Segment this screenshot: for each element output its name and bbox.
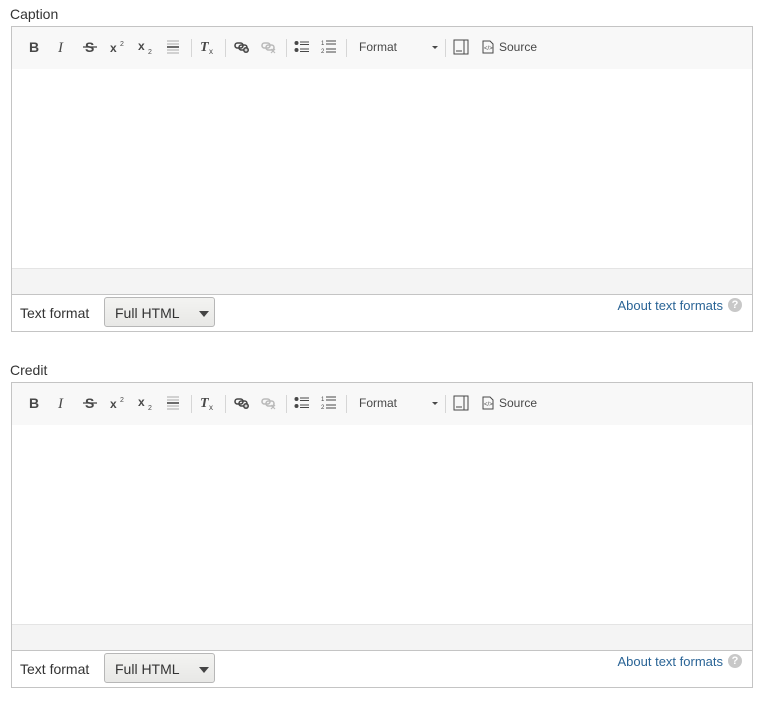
toolbar-separator (191, 395, 192, 413)
svg-text:</>: </> (484, 402, 493, 408)
svg-text:B: B (29, 40, 39, 54)
source-label: Source (499, 396, 538, 410)
toolbar-separator (225, 395, 226, 413)
source-button[interactable]: </> Source (482, 393, 537, 413)
toolbar-separator (191, 39, 192, 57)
toolbar-separator (286, 39, 287, 57)
caret-down-icon (199, 667, 209, 673)
toolbar-separator (346, 39, 347, 57)
caption-label: Caption (10, 6, 59, 22)
svg-text:x: x (209, 403, 213, 411)
editor-status-bar (12, 268, 752, 294)
about-text-formats-link[interactable]: About text formats (618, 654, 724, 669)
superscript-icon[interactable]: x2 (109, 37, 129, 57)
bold-icon[interactable]: B (25, 37, 43, 57)
unlink-icon[interactable] (259, 393, 279, 413)
subscript-icon[interactable]: x2 (137, 37, 157, 57)
svg-text:2: 2 (120, 41, 124, 48)
credit-label: Credit (10, 362, 48, 378)
strikethrough-icon[interactable]: S (81, 37, 99, 57)
link-icon[interactable] (232, 37, 252, 57)
chevron-down-icon (432, 402, 438, 405)
chevron-down-icon (432, 46, 438, 49)
source-label: Source (499, 40, 538, 54)
italic-icon[interactable]: I (53, 393, 71, 413)
text-format-select[interactable]: Full HTML (104, 653, 215, 683)
horizontal-rule-icon[interactable] (164, 393, 182, 413)
editor-toolbar: B I S x2 x2 Tx 1 2 Format </> Source (12, 383, 752, 426)
italic-icon[interactable]: I (53, 37, 71, 57)
credit-editor: B I S x2 x2 Tx 1 2 Format </> Source (11, 382, 753, 651)
bold-icon[interactable]: B (25, 393, 43, 413)
svg-text:B: B (29, 396, 39, 410)
credit-field: Credit B I S x2 x2 Tx 1 2 Format </> Sou… (0, 362, 763, 697)
about-text-formats-link[interactable]: About text formats (618, 298, 724, 313)
help-icon[interactable]: ? (728, 298, 742, 312)
bulleted-list-icon[interactable] (293, 393, 311, 413)
caption-content-area[interactable] (12, 69, 752, 270)
svg-text:1: 1 (321, 397, 325, 403)
numbered-list-icon[interactable]: 12 (320, 37, 338, 57)
link-icon[interactable] (232, 393, 252, 413)
bulleted-list-icon[interactable] (293, 37, 311, 57)
svg-text:2: 2 (321, 405, 325, 411)
svg-text:I: I (57, 396, 64, 410)
remove-format-icon[interactable]: Tx (199, 37, 217, 57)
source-icon: </> (482, 396, 494, 410)
horizontal-rule-icon[interactable] (164, 37, 182, 57)
svg-text:2: 2 (321, 49, 325, 55)
format-dropdown[interactable]: Format (350, 393, 440, 413)
superscript-icon[interactable]: x2 (109, 393, 129, 413)
svg-text:</>: </> (484, 46, 493, 52)
maximize-icon[interactable] (452, 393, 470, 413)
svg-text:I: I (57, 40, 64, 54)
toolbar-separator (225, 39, 226, 57)
text-format-wrapper: Text format Full HTML About text formats… (11, 295, 753, 332)
help-icon[interactable]: ? (728, 654, 742, 668)
credit-content-area[interactable] (12, 425, 752, 626)
toolbar-separator (445, 39, 446, 57)
svg-text:2: 2 (120, 397, 124, 404)
text-format-select[interactable]: Full HTML (104, 297, 215, 327)
remove-format-icon[interactable]: Tx (199, 393, 217, 413)
unlink-icon[interactable] (259, 37, 279, 57)
svg-text:x: x (138, 395, 145, 409)
source-button[interactable]: </> Source (482, 37, 537, 57)
editor-toolbar: B I S x2 x2 Tx 1 2 Format </> Source (12, 27, 752, 70)
text-format-label: Text format (20, 305, 90, 321)
format-dropdown-label: Format (359, 396, 398, 410)
svg-text:2: 2 (148, 49, 152, 55)
caret-down-icon (199, 311, 209, 317)
text-format-wrapper: Text format Full HTML About text formats… (11, 651, 753, 688)
toolbar-separator (346, 395, 347, 413)
source-icon: </> (482, 40, 494, 54)
numbered-list-icon[interactable]: 12 (320, 393, 338, 413)
strikethrough-icon[interactable]: S (81, 393, 99, 413)
text-format-label: Text format (20, 661, 90, 677)
toolbar-separator (286, 395, 287, 413)
svg-text:x: x (209, 47, 213, 55)
toolbar-separator (445, 395, 446, 413)
text-format-value: Full HTML (115, 305, 180, 321)
svg-text:x: x (110, 41, 117, 54)
caption-editor: B I S x2 x2 Tx 1 2 Format </> Source (11, 26, 753, 295)
caption-field: Caption B I S x2 x2 Tx 1 2 Format </> So… (0, 6, 763, 341)
editor-status-bar (12, 624, 752, 650)
format-dropdown-label: Format (359, 40, 398, 54)
svg-text:1: 1 (321, 41, 325, 47)
text-format-value: Full HTML (115, 661, 180, 677)
svg-text:x: x (110, 397, 117, 410)
maximize-icon[interactable] (452, 37, 470, 57)
svg-text:2: 2 (148, 405, 152, 411)
format-dropdown[interactable]: Format (350, 37, 440, 57)
subscript-icon[interactable]: x2 (137, 393, 157, 413)
svg-text:x: x (138, 39, 145, 53)
